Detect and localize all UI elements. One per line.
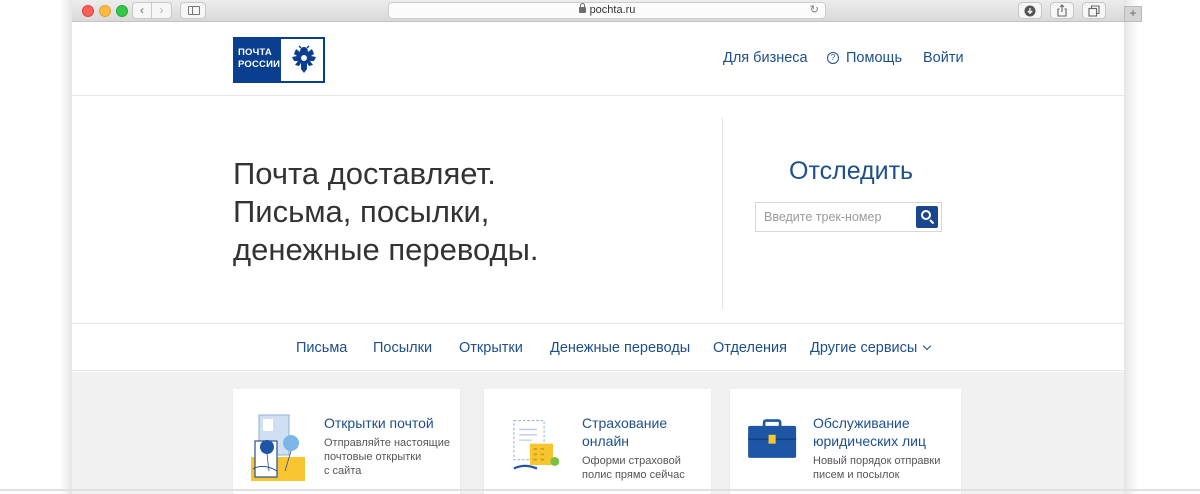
window-shadow-left xyxy=(60,0,72,494)
track-number-input[interactable] xyxy=(756,203,911,231)
window-shadow-right xyxy=(1124,0,1138,494)
hero-section: Почта доставляет. Письма, посылки, денеж… xyxy=(72,97,1124,323)
tabs-icon xyxy=(1088,5,1100,17)
card-insurance[interactable]: Страхование онлайн Оформи страховой поли… xyxy=(484,389,711,494)
card-title-line-2: юридических лиц xyxy=(813,433,927,449)
nav-item-postcards[interactable]: Открытки xyxy=(459,340,523,356)
share-icon xyxy=(1057,4,1067,17)
business-link[interactable]: Для бизнеса xyxy=(723,50,808,66)
sidebar-toggle-button[interactable] xyxy=(180,2,206,19)
login-link[interactable]: Войти xyxy=(923,50,964,66)
address-url: pochta.ru xyxy=(589,4,636,16)
logo-wordmark: ПОЧТА РОССИИ xyxy=(235,39,281,81)
close-window-button[interactable] xyxy=(82,5,94,17)
chevron-down-icon xyxy=(923,341,932,351)
back-button[interactable]: ‹ xyxy=(132,2,152,19)
downloads-button[interactable] xyxy=(1018,2,1042,19)
hero-headline: Почта доставляет. Письма, посылки, денеж… xyxy=(233,155,539,269)
cards-section: Открытки почтой Отправляйте настоящие по… xyxy=(72,372,1124,494)
nav-item-other-services[interactable]: Другие сервисы xyxy=(810,340,932,356)
window-bottom-edge xyxy=(0,489,1200,491)
help-link-label: Помощь xyxy=(846,50,903,66)
chevron-left-icon: ‹ xyxy=(140,3,144,17)
card-desc-line-2: почтовые открытки xyxy=(324,451,422,463)
hero-line-1: Почта доставляет. xyxy=(233,156,496,191)
track-search-box xyxy=(755,202,942,232)
nav-item-parcels[interactable]: Посылки xyxy=(373,340,432,356)
nav-item-letters[interactable]: Письма xyxy=(296,340,347,356)
logo-line-1: ПОЧТА xyxy=(238,47,272,58)
card-postcards[interactable]: Открытки почтой Отправляйте настоящие по… xyxy=(233,389,460,494)
services-nav: Письма Посылки Открытки Денежные перевод… xyxy=(72,323,1124,371)
card-desc-line-2: полис прямо сейчас xyxy=(582,469,685,481)
card-desc-line-1: Новый порядок отправки xyxy=(813,455,941,467)
eagle-emblem-icon xyxy=(281,39,323,81)
logo-line-2: РОССИИ xyxy=(238,59,281,70)
browser-toolbar: ‹ › pochta.ru ↻ xyxy=(72,0,1124,22)
nav-item-money-transfers[interactable]: Денежные переводы xyxy=(550,340,690,356)
download-icon xyxy=(1024,5,1036,17)
chevron-right-icon: › xyxy=(159,3,164,17)
zoom-window-button[interactable] xyxy=(116,5,128,17)
card-title: Открытки почтой xyxy=(324,414,434,432)
minimize-window-button[interactable] xyxy=(99,5,111,17)
postcard-illustration-icon xyxy=(251,414,305,481)
sidebar-icon xyxy=(188,6,200,15)
browser-window: ‹ › pochta.ru ↻ ПОЧТА РОССИИ Для бизнеса… xyxy=(72,0,1124,494)
hero-divider xyxy=(722,117,723,309)
track-search-button[interactable] xyxy=(916,206,938,228)
card-title: Обслуживание юридических лиц xyxy=(813,414,926,450)
nav-item-offices[interactable]: Отделения xyxy=(713,340,787,356)
show-tabs-button[interactable] xyxy=(1082,2,1106,19)
briefcase-icon xyxy=(748,419,797,458)
lock-icon xyxy=(578,3,586,13)
pochta-logo[interactable]: ПОЧТА РОССИИ xyxy=(233,37,325,83)
new-tab-button[interactable]: + xyxy=(1124,6,1142,22)
hero-line-2: Письма, посылки, xyxy=(233,194,490,229)
card-desc-line-1: Отправляйте настоящие xyxy=(324,437,450,449)
card-desc-line-2: писем и посылок xyxy=(813,469,900,481)
card-description: Оформи страховой полис прямо сейчас xyxy=(582,454,685,482)
share-button[interactable] xyxy=(1050,2,1074,19)
site-header: ПОЧТА РОССИИ Для бизнеса ? Помощь Войти xyxy=(72,22,1124,96)
insurance-illustration-icon xyxy=(513,420,560,470)
card-title-line-1: Открытки почтой xyxy=(324,415,434,431)
card-title: Страхование онлайн xyxy=(582,414,667,450)
card-desc-line-3: с сайта xyxy=(324,465,362,477)
help-link[interactable]: ? Помощь xyxy=(827,50,902,66)
card-description: Новый порядок отправки писем и посылок xyxy=(813,454,940,482)
address-bar[interactable]: pochta.ru ↻ xyxy=(388,2,826,19)
other-services-label: Другие сервисы xyxy=(810,340,918,356)
track-title: Отследить xyxy=(789,157,914,185)
card-desc-line-1: Оформи страховой xyxy=(582,455,681,467)
card-description: Отправляйте настоящие почтовые открытки … xyxy=(324,436,450,478)
reload-icon[interactable]: ↻ xyxy=(810,3,819,18)
card-title-line-1: Страхование xyxy=(582,415,668,431)
card-title-line-2: онлайн xyxy=(582,433,630,449)
card-title-line-1: Обслуживание xyxy=(813,415,910,431)
forward-button[interactable]: › xyxy=(152,2,172,19)
hero-line-3: денежные переводы. xyxy=(233,232,539,267)
question-icon: ? xyxy=(827,52,839,64)
card-legal-entities[interactable]: Обслуживание юридических лиц Новый поряд… xyxy=(730,389,961,494)
